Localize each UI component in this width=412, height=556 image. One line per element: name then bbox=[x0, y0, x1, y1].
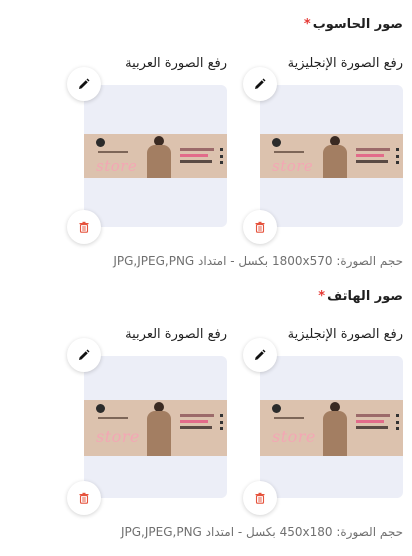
logo-icon bbox=[272, 404, 281, 413]
desktop-english-upload-label: رفع الصورة الإنجليزية bbox=[287, 56, 403, 71]
banner-store-text: store bbox=[272, 427, 316, 446]
trash-icon bbox=[79, 221, 89, 233]
mobile-english-image-card[interactable]: store bbox=[260, 356, 403, 498]
banner-preview: store bbox=[260, 134, 403, 178]
desktop-arabic-edit-button[interactable] bbox=[67, 67, 101, 101]
desktop-english-image-card[interactable]: store bbox=[260, 85, 403, 227]
banner-preview: store bbox=[84, 134, 227, 178]
logo-icon bbox=[96, 404, 105, 413]
mobile-images-title: صور الهاتف* bbox=[318, 289, 403, 304]
mobile-arabic-upload-label: رفع الصورة العربية bbox=[125, 327, 227, 342]
trash-icon bbox=[79, 492, 89, 504]
model-image bbox=[320, 134, 350, 178]
mobile-english-upload-label: رفع الصورة الإنجليزية bbox=[287, 327, 403, 342]
desktop-arabic-image-card[interactable]: store bbox=[84, 85, 227, 227]
required-mark: * bbox=[318, 289, 326, 304]
desktop-arabic-upload-label: رفع الصورة العربية bbox=[125, 56, 227, 71]
logo-icon bbox=[96, 138, 105, 147]
banner-preview: store bbox=[84, 400, 227, 456]
desktop-english-edit-button[interactable] bbox=[243, 67, 277, 101]
mobile-arabic-edit-button[interactable] bbox=[67, 338, 101, 372]
social-icons bbox=[220, 414, 223, 430]
pencil-icon bbox=[79, 78, 90, 89]
banner-store-text: store bbox=[96, 157, 138, 175]
social-icons bbox=[396, 148, 399, 164]
social-icons bbox=[220, 148, 223, 164]
trash-icon bbox=[255, 221, 265, 233]
trash-icon bbox=[255, 492, 265, 504]
mobile-arabic-delete-button[interactable] bbox=[67, 481, 101, 515]
desktop-english-delete-button[interactable] bbox=[243, 210, 277, 244]
desktop-images-title: صور الحاسوب* bbox=[304, 17, 403, 32]
pencil-icon bbox=[255, 349, 266, 360]
section-title-text: صور الحاسوب bbox=[312, 17, 403, 32]
mobile-arabic-image-card[interactable]: store bbox=[84, 356, 227, 498]
pencil-icon bbox=[255, 78, 266, 89]
banner-store-text: store bbox=[96, 427, 140, 446]
model-image bbox=[144, 134, 174, 178]
mobile-english-edit-button[interactable] bbox=[243, 338, 277, 372]
desktop-arabic-delete-button[interactable] bbox=[67, 210, 101, 244]
desktop-size-hint: حجم الصورة: 1800x570 بكسل - امتداد JPG,J… bbox=[113, 254, 403, 268]
banner-preview: store bbox=[260, 400, 403, 456]
required-mark: * bbox=[303, 17, 311, 32]
logo-icon bbox=[272, 138, 281, 147]
model-image bbox=[144, 400, 174, 456]
pencil-icon bbox=[79, 349, 90, 360]
section-title-text: صور الهاتف bbox=[327, 289, 403, 304]
banner-store-text: store bbox=[272, 157, 314, 175]
mobile-english-delete-button[interactable] bbox=[243, 481, 277, 515]
social-icons bbox=[396, 414, 399, 430]
model-image bbox=[320, 400, 350, 456]
mobile-size-hint: حجم الصورة: 450x180 بكسل - امتداد JPG,JP… bbox=[120, 525, 403, 539]
